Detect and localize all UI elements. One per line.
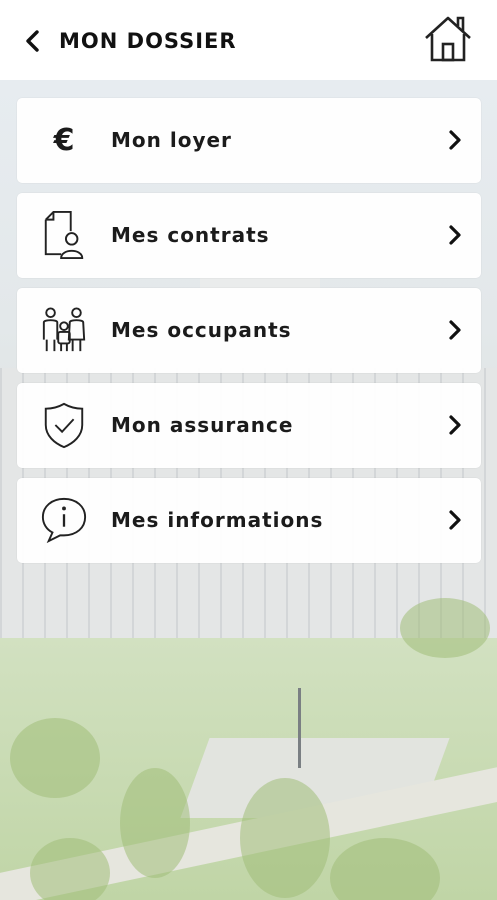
home-icon [425, 16, 471, 62]
chevron-right-icon [449, 320, 461, 340]
app-header: MON DOSSIER [0, 0, 497, 80]
menu-item-mes-contrats[interactable]: Mes contrats [17, 193, 481, 278]
chevron-left-icon [26, 30, 39, 52]
menu-item-mes-occupants[interactable]: Mes occupants [17, 288, 481, 373]
chevron-right-icon [449, 510, 461, 530]
dossier-menu: € Mon loyer Mes contrats Mes occupants M… [17, 98, 481, 573]
family-icon [39, 304, 89, 356]
chevron-right-icon [449, 225, 461, 245]
menu-item-label: Mes informations [111, 508, 324, 532]
contract-document-icon [39, 209, 89, 261]
chevron-right-icon [449, 130, 461, 150]
menu-item-label: Mes contrats [111, 223, 270, 247]
back-button[interactable] [18, 24, 48, 58]
menu-item-label: Mon assurance [111, 413, 294, 437]
info-bubble-icon [39, 494, 89, 546]
home-button[interactable] [422, 14, 474, 64]
menu-item-mes-informations[interactable]: Mes informations [17, 478, 481, 563]
menu-item-label: Mon loyer [111, 128, 232, 152]
euro-icon: € [53, 122, 75, 158]
page-title: MON DOSSIER [59, 29, 237, 53]
menu-item-label: Mes occupants [111, 318, 292, 342]
shield-check-icon [39, 399, 89, 451]
menu-item-mon-assurance[interactable]: Mon assurance [17, 383, 481, 468]
chevron-right-icon [449, 415, 461, 435]
menu-item-mon-loyer[interactable]: € Mon loyer [17, 98, 481, 183]
